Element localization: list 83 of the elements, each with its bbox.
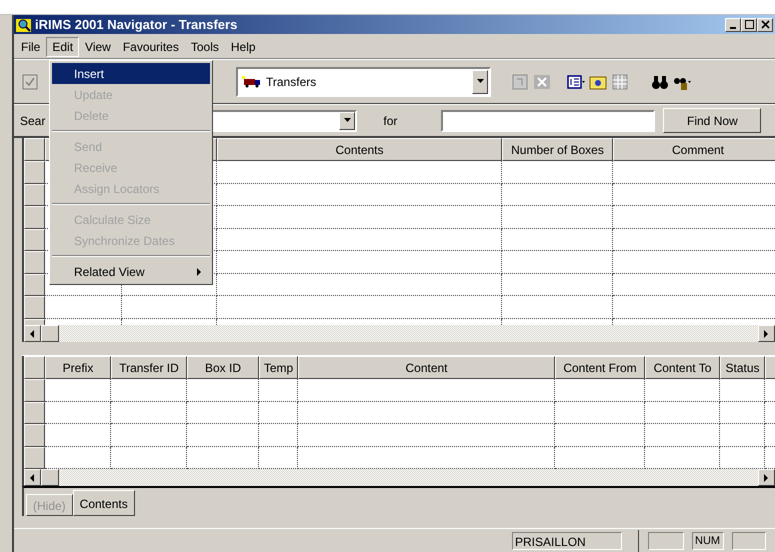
row-header[interactable] <box>24 274 45 296</box>
scroll-left-button[interactable] <box>24 325 41 342</box>
status-panel <box>648 532 684 550</box>
view-combo[interactable]: Transfers <box>236 66 491 96</box>
table-cell <box>720 424 765 446</box>
row-header[interactable] <box>24 184 45 206</box>
arrow-left-icon <box>28 328 37 338</box>
table-cell <box>45 379 111 402</box>
row-header[interactable] <box>24 379 45 402</box>
arrow-left-icon <box>28 472 37 482</box>
column-header[interactable]: Content <box>298 356 555 379</box>
column-header[interactable]: Contents <box>217 138 502 161</box>
num-lock-indicator: NUM <box>692 532 724 550</box>
menu-item[interactable]: Related View <box>52 261 210 282</box>
menu-item[interactable]: Insert <box>52 63 210 84</box>
row-header[interactable] <box>24 228 45 251</box>
table-cell <box>187 424 259 446</box>
column-header[interactable] <box>24 356 45 379</box>
table-cell <box>45 424 111 446</box>
horizontal-scrollbar[interactable] <box>24 469 775 486</box>
scroll-left-button[interactable] <box>24 469 41 486</box>
column-header[interactable]: Content To <box>645 356 720 379</box>
menu-item[interactable]: View <box>79 37 117 57</box>
scroll-right-button[interactable] <box>758 469 775 486</box>
scroll-right-button[interactable] <box>758 325 775 342</box>
row-header[interactable] <box>24 206 45 228</box>
close-icon <box>760 20 770 29</box>
table-cell <box>259 402 298 424</box>
table-cell <box>187 402 259 424</box>
find-now-button[interactable]: Find Now <box>663 108 762 133</box>
column-header[interactable]: Prefix <box>45 356 111 379</box>
status-panel <box>732 532 766 550</box>
view-combo-value: Transfers <box>266 74 316 90</box>
list-view-icon[interactable] <box>567 72 585 90</box>
app-logo-icon <box>16 16 32 32</box>
row-header[interactable] <box>24 402 45 424</box>
search-field-combo[interactable] <box>211 110 358 132</box>
submenu-arrow-icon <box>195 266 204 276</box>
menu-item[interactable]: Favourites <box>116 37 185 57</box>
menu-item[interactable]: Tools <box>184 37 225 57</box>
row-header[interactable] <box>24 296 45 318</box>
scroll-thumb[interactable] <box>41 469 59 486</box>
column-header[interactable]: Transfer ID <box>111 356 187 379</box>
column-header[interactable]: Temp <box>259 356 298 379</box>
menu-item[interactable]: Edit <box>46 37 80 57</box>
row-header[interactable] <box>24 161 45 184</box>
dropdown-button[interactable] <box>472 70 488 94</box>
menu-item[interactable]: Help <box>224 37 262 57</box>
row-header[interactable] <box>24 446 45 469</box>
table-cell <box>45 402 111 424</box>
row-header[interactable] <box>24 424 45 446</box>
scroll-thumb[interactable] <box>41 325 59 342</box>
column-header[interactable] <box>24 138 45 161</box>
search-input[interactable] <box>441 110 656 132</box>
minimize-button[interactable] <box>725 18 741 32</box>
horizontal-scrollbar[interactable] <box>24 325 775 342</box>
window-title: iRIMS 2001 Navigator - Transfers <box>35 16 238 34</box>
column-header[interactable]: Status <box>720 356 765 379</box>
column-header[interactable]: Box ID <box>187 356 259 379</box>
menu-item[interactable]: File <box>15 37 46 57</box>
close-button[interactable] <box>757 18 773 32</box>
truck-icon <box>242 76 262 88</box>
column-header[interactable]: Number of Boxes <box>502 138 613 161</box>
search-label: Sear <box>20 112 46 130</box>
table-cell <box>259 379 298 402</box>
maximize-icon <box>744 20 754 29</box>
table-cell <box>720 402 765 424</box>
table-cell <box>259 424 298 446</box>
tab[interactable]: Contents <box>72 490 135 516</box>
arrow-right-icon <box>762 472 771 482</box>
column-header[interactable]: Content From <box>555 356 645 379</box>
minimize-icon <box>730 26 736 28</box>
status-user-panel: PRISAILLON <box>512 532 622 550</box>
checkbox-icon[interactable] <box>22 74 38 90</box>
maximize-button[interactable] <box>741 18 757 32</box>
dropdown-button[interactable] <box>339 112 356 130</box>
arrow-right-icon <box>762 328 771 338</box>
table-cell <box>187 379 259 402</box>
row-header[interactable] <box>24 251 45 274</box>
table-cell <box>720 379 765 402</box>
grid-icon[interactable] <box>611 72 629 90</box>
for-label: for <box>383 112 398 130</box>
column-header[interactable]: Comment <box>613 138 775 161</box>
